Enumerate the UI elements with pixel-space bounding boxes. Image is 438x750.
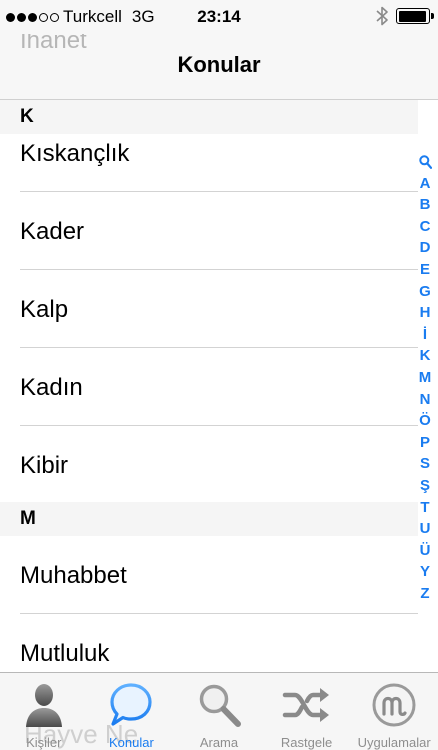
battery-icon (396, 8, 434, 24)
list-item[interactable]: Kadın (0, 348, 418, 426)
index-letter[interactable]: P (416, 432, 434, 454)
tab-label: Uygulamalar (357, 735, 431, 750)
index-letter[interactable]: B (416, 194, 434, 216)
status-time: 23:14 (197, 7, 241, 26)
list-item-label: Kıskançlık (20, 140, 130, 167)
speech-bubble-icon (109, 679, 153, 731)
index-letter[interactable]: Ş (416, 475, 434, 497)
tab-label: Konular (108, 735, 154, 750)
tab-uygulamalar[interactable]: Uygulamalar (350, 673, 438, 750)
navigation-bar: İhanet Konular (0, 27, 438, 100)
list-item-label: Kalp (20, 296, 69, 323)
list-item[interactable]: Kıskançlık (0, 134, 418, 192)
tab-konular[interactable]: Konular (88, 673, 176, 750)
shuffle-icon (282, 679, 332, 731)
index-letter[interactable]: U (416, 518, 434, 540)
list-item-label: Kadın (20, 374, 83, 401)
status-bar: Turkcell 3G 23:14 (0, 0, 438, 34)
list-item[interactable]: Kibir (0, 426, 418, 502)
magnifier-icon (195, 679, 243, 731)
section-index-bar[interactable]: A B C D E G H İ K M N Ö P S Ş T U Ü Y Z (416, 151, 434, 604)
index-letter[interactable]: Y (416, 561, 434, 583)
apps-m-icon (371, 679, 417, 731)
list-item-label: Mutluluk (20, 640, 110, 667)
tab-bar: Hayve Ne Kişiler Konular Arama Rastgele … (0, 672, 438, 750)
index-letter[interactable]: Ü (416, 540, 434, 562)
index-letter[interactable]: İ (416, 324, 434, 346)
index-letter[interactable]: Ö (416, 410, 434, 432)
index-letter[interactable]: E (416, 259, 434, 281)
list-item[interactable]: Kalp (0, 270, 418, 348)
index-search-icon[interactable] (418, 151, 432, 173)
index-letter[interactable]: M (416, 367, 434, 389)
index-letter[interactable]: C (416, 216, 434, 238)
bluetooth-icon (376, 6, 388, 26)
tab-arama[interactable]: Arama (175, 673, 263, 750)
index-letter[interactable]: Z (416, 583, 434, 605)
section-header-m: M (0, 502, 418, 536)
list-item-label: Kibir (20, 452, 69, 479)
index-letter[interactable]: D (416, 237, 434, 259)
index-letter[interactable]: H (416, 302, 434, 324)
status-right (376, 6, 434, 26)
tab-label: Arama (199, 735, 239, 750)
list-item-label: Muhabbet (20, 562, 127, 589)
tab-label: Rastgele (280, 735, 333, 750)
tab-label: Kişiler (26, 735, 62, 750)
tab-kisiler[interactable]: Kişiler (0, 673, 88, 750)
index-letter[interactable]: A (416, 173, 434, 195)
list-item[interactable]: Kader (0, 192, 418, 270)
index-letter[interactable]: G (416, 281, 434, 303)
list-item[interactable]: Muhabbet (0, 536, 418, 614)
list-item-label: Kader (20, 218, 85, 245)
topic-list[interactable]: K Kıskançlık Kader Kalp Kadın Kibir M Mu… (0, 100, 418, 692)
index-letter[interactable]: K (416, 345, 434, 367)
person-icon (24, 679, 64, 731)
index-letter[interactable]: N (416, 389, 434, 411)
section-header-k: K (0, 100, 418, 134)
tab-rastgele[interactable]: Rastgele (263, 673, 351, 750)
index-letter[interactable]: S (416, 453, 434, 475)
page-title: Konular (177, 52, 261, 77)
index-letter[interactable]: T (416, 497, 434, 519)
